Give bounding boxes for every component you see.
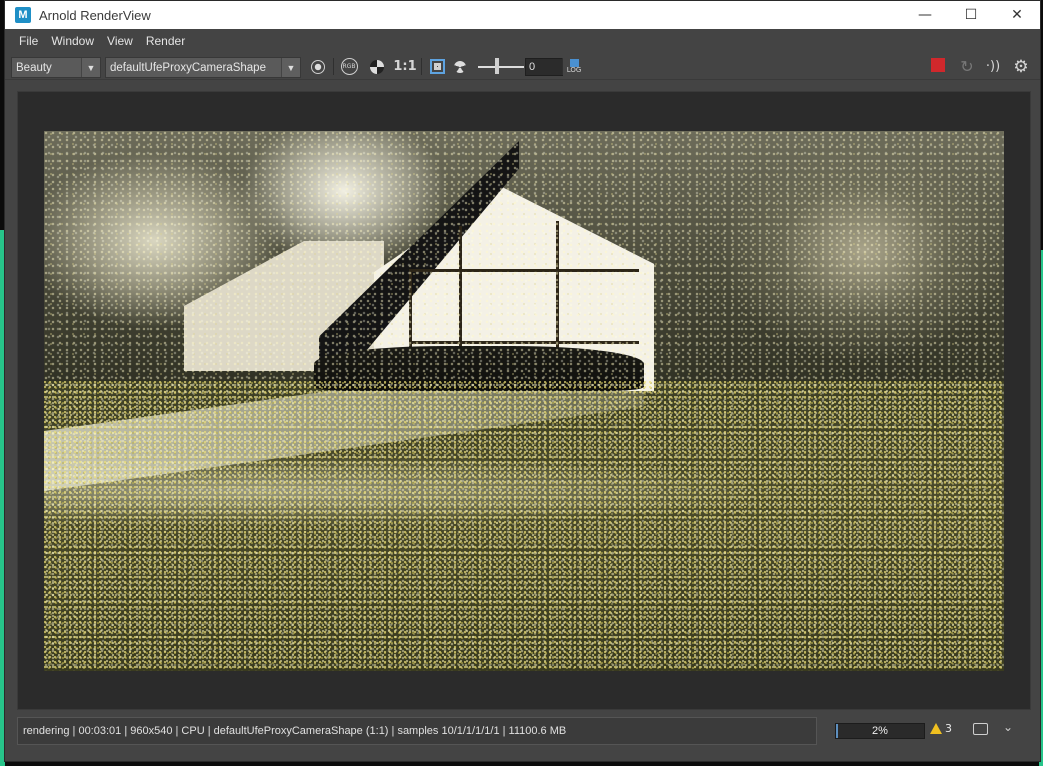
menu-view[interactable]: View <box>103 34 142 48</box>
window-controls: — ☐ ✕ <box>902 1 1040 29</box>
toolbar-divider <box>333 58 334 75</box>
minimize-button[interactable]: — <box>902 1 948 29</box>
warnings-count: 3 <box>945 722 952 735</box>
title-bar: M Arnold RenderView — ☐ ✕ <box>5 1 1040 29</box>
refresh-icon[interactable]: ↻ <box>957 57 977 76</box>
display-sphere-icon[interactable] <box>308 57 328 76</box>
render-progress-label: 2% <box>872 725 888 737</box>
warnings-indicator[interactable]: 3 <box>930 722 952 735</box>
aov-dropdown[interactable]: Beauty ▼ <box>11 57 101 78</box>
chevron-down-icon: ▼ <box>281 58 300 77</box>
render-progress-bar: 2% <box>835 723 925 739</box>
exposure-icon[interactable] <box>451 57 469 76</box>
warning-icon <box>930 723 942 734</box>
rgb-label: RGB <box>340 58 358 75</box>
render-noise-grass <box>44 381 1004 671</box>
menu-render[interactable]: Render <box>142 34 194 48</box>
exposure-slider-handle[interactable] <box>495 58 499 74</box>
chevron-down-icon[interactable]: ⌄ <box>1003 720 1013 734</box>
arnold-renderview-window: M Arnold RenderView — ☐ ✕ File Window Vi… <box>4 0 1041 762</box>
menu-bar: File Window View Render <box>5 29 1040 53</box>
snapshot-icon[interactable] <box>973 723 988 735</box>
camera-dropdown-value: defaultUfeProxyCameraShape <box>110 61 266 74</box>
aov-dropdown-value: Beauty <box>16 61 52 74</box>
exposure-input[interactable]: 0 <box>525 58 563 76</box>
log-label: LOG <box>566 66 582 74</box>
status-bar: rendering | 00:03:01 | 960x540 | CPU | d… <box>17 717 817 745</box>
toolbar-divider <box>562 58 563 75</box>
render-viewport[interactable] <box>17 91 1031 710</box>
status-text: rendering | 00:03:01 | 960x540 | CPU | d… <box>23 725 567 737</box>
render-image <box>44 131 1004 671</box>
checker-icon[interactable] <box>367 57 387 76</box>
ratio-button[interactable]: 1:1 <box>393 57 417 76</box>
crop-region-icon[interactable] <box>427 57 447 76</box>
ipr-icon[interactable]: ·)) <box>983 57 1003 76</box>
close-button[interactable]: ✕ <box>994 1 1040 29</box>
chevron-down-icon: ▼ <box>81 58 100 77</box>
camera-dropdown[interactable]: defaultUfeProxyCameraShape ▼ <box>105 57 301 78</box>
settings-icon[interactable]: ⚙ <box>1011 57 1031 77</box>
menu-file[interactable]: File <box>15 34 47 48</box>
log-icon[interactable]: LOG <box>564 57 584 76</box>
maximize-button[interactable]: ☐ <box>948 1 994 29</box>
stop-render-icon[interactable] <box>931 58 945 72</box>
rgb-channel-icon[interactable]: RGB <box>339 57 359 76</box>
window-title: Arnold RenderView <box>39 7 151 23</box>
toolbar: Beauty ▼ defaultUfeProxyCameraShape ▼ RG… <box>5 53 1040 80</box>
toolbar-divider <box>421 58 422 75</box>
menu-window[interactable]: Window <box>47 34 103 48</box>
exposure-slider-track[interactable] <box>478 66 524 68</box>
maya-app-icon: M <box>15 7 31 23</box>
